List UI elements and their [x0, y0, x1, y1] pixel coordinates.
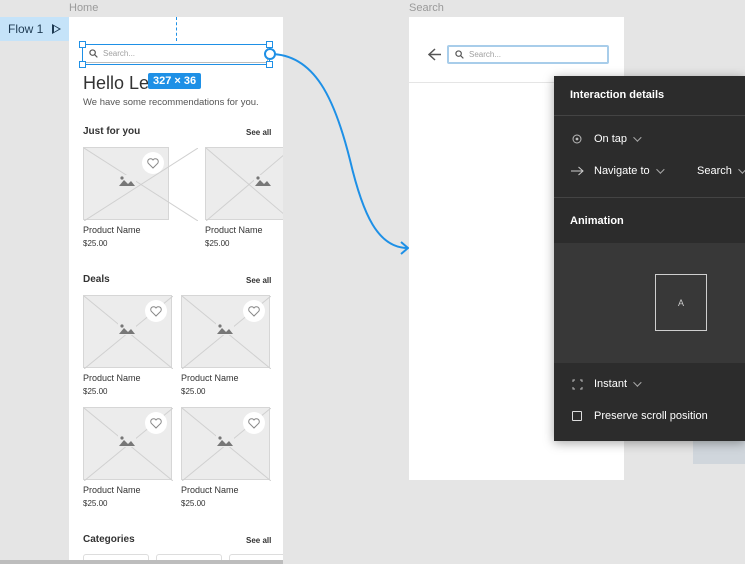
- divider: [554, 115, 745, 116]
- product-card[interactable]: Product Name $25.00: [83, 147, 198, 248]
- flow-label: Flow 1: [8, 22, 44, 36]
- action-dropdown[interactable]: Navigate to: [571, 165, 665, 177]
- section-title-categories: Categories: [83, 534, 135, 545]
- product-name: Product Name: [83, 373, 141, 383]
- preserve-scroll-label: Preserve scroll position: [594, 410, 708, 422]
- product-name: Product Name: [181, 485, 239, 495]
- prototype-connection-arrow[interactable]: [260, 40, 420, 265]
- play-icon[interactable]: [52, 24, 62, 34]
- search-placeholder: Search...: [469, 50, 502, 59]
- product-image-placeholder: [83, 407, 173, 481]
- product-price: $25.00: [181, 387, 206, 396]
- favorite-icon[interactable]: [145, 300, 167, 322]
- checkbox[interactable]: [572, 411, 582, 421]
- favorite-icon[interactable]: [142, 152, 164, 174]
- animation-type-label: Instant: [594, 378, 628, 390]
- divider: [554, 197, 745, 198]
- product-image-placeholder: [181, 295, 271, 369]
- image-icon: [216, 435, 234, 447]
- product-card[interactable]: Product Name $25.00: [83, 407, 173, 508]
- favorite-icon[interactable]: [243, 412, 265, 434]
- alignment-guide: [176, 17, 177, 41]
- greeting-subtitle: We have some recommendations for you.: [83, 97, 259, 108]
- product-image-placeholder: [181, 407, 271, 481]
- search-input[interactable]: Search...: [447, 45, 609, 64]
- preview-frame: A: [655, 274, 707, 331]
- frame-label-search[interactable]: Search: [409, 2, 444, 14]
- product-name: Product Name: [83, 225, 141, 235]
- trigger-label: On tap: [594, 133, 628, 145]
- selection-outline[interactable]: [79, 41, 273, 68]
- image-icon: [118, 175, 136, 187]
- canvas-scrollbar[interactable]: [0, 560, 283, 564]
- section-title-just-for-you: Just for you: [83, 126, 141, 137]
- product-name: Product Name: [83, 485, 141, 495]
- animation-preview: A: [554, 243, 745, 363]
- see-all-link[interactable]: See all: [246, 276, 271, 285]
- resize-handle[interactable]: [79, 41, 86, 48]
- product-price: $25.00: [83, 387, 108, 396]
- chevron-down-icon: [655, 165, 665, 174]
- home-frame[interactable]: Search... Hello Leslie! We have some rec…: [69, 17, 283, 564]
- product-price: $25.00: [83, 239, 108, 248]
- destination-label: Search: [697, 165, 732, 177]
- product-card[interactable]: Product Name $25.00: [181, 407, 271, 508]
- flow-starting-point[interactable]: Flow 1: [0, 17, 69, 41]
- trigger-dropdown[interactable]: On tap: [572, 133, 642, 145]
- product-card[interactable]: Product Name $25.00: [181, 295, 271, 396]
- preserve-scroll-checkbox[interactable]: Preserve scroll position: [572, 410, 708, 422]
- back-arrow-icon[interactable]: [428, 48, 442, 61]
- product-card[interactable]: Product Name $25.00: [83, 295, 173, 396]
- product-price: $25.00: [181, 499, 206, 508]
- search-icon: [455, 50, 464, 59]
- dimension-badge: 327 × 36: [148, 73, 202, 89]
- arrow-right-icon: [571, 166, 584, 176]
- section-title-deals: Deals: [83, 274, 110, 285]
- product-name: Product Name: [181, 373, 239, 383]
- interaction-details-panel[interactable]: Interaction details On tap Navigate to S…: [554, 76, 745, 441]
- action-label: Navigate to: [594, 165, 650, 177]
- image-icon: [216, 323, 234, 335]
- animation-title: Animation: [570, 215, 624, 227]
- image-icon: [118, 435, 136, 447]
- chevron-down-icon: [633, 133, 642, 142]
- panel-title: Interaction details: [570, 89, 665, 101]
- favorite-icon[interactable]: [145, 412, 167, 434]
- product-price: $25.00: [83, 499, 108, 508]
- resize-handle[interactable]: [79, 61, 86, 68]
- animation-type-dropdown[interactable]: Instant: [572, 378, 642, 390]
- frame-label-home[interactable]: Home: [69, 2, 98, 14]
- chevron-down-icon: [738, 165, 745, 174]
- see-all-link[interactable]: See all: [246, 536, 271, 545]
- chevron-down-icon: [633, 378, 642, 387]
- product-image-placeholder: [83, 295, 173, 369]
- image-icon: [118, 323, 136, 335]
- search-topbar: Search...: [409, 17, 624, 83]
- favorite-icon[interactable]: [243, 300, 265, 322]
- tap-icon: [572, 134, 582, 144]
- destination-dropdown[interactable]: Search: [697, 165, 745, 177]
- instant-transition-icon: [572, 379, 583, 389]
- product-image-placeholder: [83, 147, 198, 221]
